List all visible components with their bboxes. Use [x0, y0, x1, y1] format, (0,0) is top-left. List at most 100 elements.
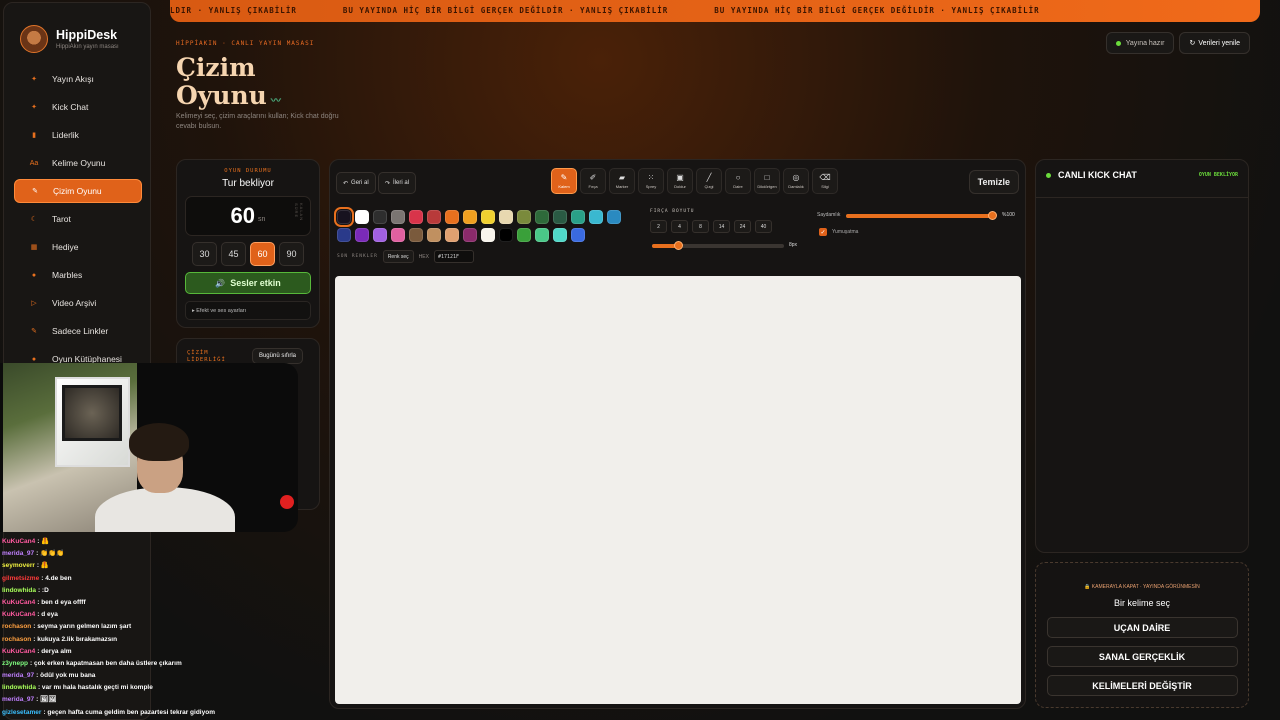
webcam-light [280, 495, 294, 509]
tool-spray-button[interactable]: ⁙ Sprey [638, 168, 664, 194]
word-option-button[interactable]: KELİMELERİ DEĞİŞTİR [1046, 675, 1238, 696]
opacity-value: %100 [1002, 212, 1015, 218]
color-swatch[interactable] [463, 210, 477, 224]
undo-button[interactable]: ↶ Geri al [336, 172, 376, 194]
color-swatch[interactable] [571, 210, 585, 224]
chat-message-text: : derya alm [37, 647, 72, 655]
tool-bucket-button[interactable]: ▣ Doldur [667, 168, 693, 194]
tool-eraser-button[interactable]: ⌫ Silgi [812, 168, 838, 194]
brand[interactable]: HippiDesk HippiAkın yayın masası [20, 25, 119, 53]
color-swatch[interactable] [427, 228, 441, 242]
color-swatch[interactable] [481, 228, 495, 242]
moon-icon: ☾ [30, 216, 38, 223]
tool-marker-button[interactable]: ▰ Marker [609, 168, 635, 194]
sidebar-item--izim-oyunu[interactable]: ✎ Çizim Oyunu [14, 179, 142, 203]
spray-icon: ⁙ [647, 173, 655, 182]
brush-size-option[interactable]: 2 [650, 220, 667, 233]
tool-circle-button[interactable]: ○ Daire [725, 168, 751, 194]
color-palette [334, 207, 637, 242]
hex-input[interactable]: #17121F [433, 250, 474, 263]
chat-message: KuKuCan4: ben d eya offff [2, 597, 302, 609]
opacity-slider[interactable] [846, 211, 997, 220]
brush-size-option[interactable]: 40 [755, 220, 772, 233]
word-option-button[interactable]: SANAL GERÇEKLİK [1046, 646, 1238, 667]
sidebar-item-hediye[interactable]: ▦ Hediye [14, 235, 142, 259]
sidebar-item-kick-chat[interactable]: ✦ Kick Chat [14, 95, 142, 119]
sidebar-item-kelime-oyunu[interactable]: Aa Kelime Oyunu [14, 151, 142, 175]
color-swatch[interactable] [517, 228, 531, 242]
time-option-button[interactable]: 60 [250, 242, 275, 266]
word-option-button[interactable]: UÇAN DAİRE [1046, 617, 1238, 638]
tool-brush-button[interactable]: ✐ Fırça [580, 168, 606, 194]
chat-username: gilmetsizme [2, 574, 40, 582]
sidebar-item-sadece-linkler[interactable]: ✎ Sadece Linkler [14, 319, 142, 343]
sound-toggle-button[interactable]: 🔊 Sesler etkin [185, 272, 311, 294]
color-swatch[interactable] [535, 210, 549, 224]
color-picker-button[interactable]: Renk seç [382, 250, 414, 263]
color-swatch[interactable] [445, 210, 459, 224]
color-swatch[interactable] [427, 210, 441, 224]
time-option-button[interactable]: 45 [221, 242, 246, 266]
sidebar-item-label: Çizim Oyunu [53, 186, 102, 196]
color-swatch[interactable] [373, 228, 387, 242]
chat-message: gizlesetamer: geçen hafta cuma geldim be… [2, 707, 302, 719]
sidebar-item-yay-n-ak-[interactable]: ✦ Yayın Akışı [14, 67, 142, 91]
color-swatch[interactable] [391, 210, 405, 224]
color-swatch[interactable] [481, 210, 495, 224]
tool-rectangle-button[interactable]: □ Dikdörtgen [754, 168, 780, 194]
color-swatch[interactable] [337, 228, 351, 242]
chat-username: rochason [2, 635, 32, 643]
color-swatch[interactable] [373, 210, 387, 224]
brush-size-slider[interactable] [652, 241, 784, 250]
color-swatch[interactable] [571, 228, 585, 242]
drawing-canvas[interactable] [335, 276, 1021, 704]
time-option-button[interactable]: 30 [192, 242, 217, 266]
color-swatch[interactable] [499, 210, 513, 224]
clear-button[interactable]: Temizle [968, 170, 1019, 194]
chat-message-text: : seyma yarın gelmen lazım şart [33, 623, 132, 631]
color-swatch[interactable] [409, 228, 423, 242]
chat-message-text: : ben d eya offff [37, 598, 86, 606]
slider-handle[interactable] [988, 211, 997, 220]
color-swatch[interactable] [334, 207, 354, 227]
brush-size-option[interactable]: 4 [671, 220, 688, 233]
sidebar-item-liderlik[interactable]: ▮ Liderlik [14, 123, 142, 147]
gamepad-icon: ● [31, 355, 37, 363]
slider-handle[interactable] [674, 241, 684, 250]
ticker-text: BU YAYINDA HİÇ BİR BİLGİ GERÇEK DEĞİLDİR… [714, 6, 1040, 15]
color-swatch[interactable] [607, 210, 621, 224]
plus-icon: ✦ [31, 104, 37, 111]
brush-size-option[interactable]: 14 [713, 220, 730, 233]
word-picker-panel: 🔒 KAMERAYLA KAPAT · YAYINDA GÖRÜNMESİN B… [1035, 562, 1249, 708]
streamer [95, 423, 235, 532]
tool-line-button[interactable]: ╱ Çizgi [696, 168, 722, 194]
refresh-button[interactable]: ↻ Verileri yenile [1179, 32, 1250, 54]
redo-icon: ↷ [385, 180, 391, 187]
color-swatch[interactable] [499, 228, 513, 242]
sidebar-item-marbles[interactable]: ● Marbles [14, 263, 142, 287]
reset-today-button[interactable]: Bugünü sıfırla [251, 348, 303, 364]
brush-size-option[interactable]: 24 [734, 220, 751, 233]
round-time-options: 30 45 60 90 [177, 242, 319, 266]
color-swatch[interactable] [355, 228, 369, 242]
color-swatch[interactable] [553, 210, 567, 224]
color-swatch[interactable] [355, 210, 369, 224]
sidebar-item-video-ar-ivi[interactable]: ▷ Video Arşivi [14, 291, 142, 315]
color-swatch[interactable] [535, 228, 549, 242]
color-swatch[interactable] [589, 210, 603, 224]
color-swatch[interactable] [517, 210, 531, 224]
chat-username: rochason [2, 623, 32, 631]
tool-eyedropper-button[interactable]: ◎ Damlalık [783, 168, 809, 194]
effects-settings-toggle[interactable]: ▸ Efekt ve ses ayarları [185, 301, 311, 320]
color-swatch[interactable] [445, 228, 459, 242]
brush-size-option[interactable]: 8 [692, 220, 709, 233]
smoothing-checkbox[interactable]: ✓ Yumuşatma [819, 228, 858, 236]
color-swatch[interactable] [391, 228, 405, 242]
tool-pen-button[interactable]: ✎ Kalem [551, 168, 577, 194]
sidebar-item-tarot[interactable]: ☾ Tarot [14, 207, 142, 231]
time-option-button[interactable]: 90 [279, 242, 304, 266]
redo-button[interactable]: ↷ İleri al [378, 172, 417, 194]
color-swatch[interactable] [553, 228, 567, 242]
color-swatch[interactable] [463, 228, 477, 242]
color-swatch[interactable] [409, 210, 423, 224]
